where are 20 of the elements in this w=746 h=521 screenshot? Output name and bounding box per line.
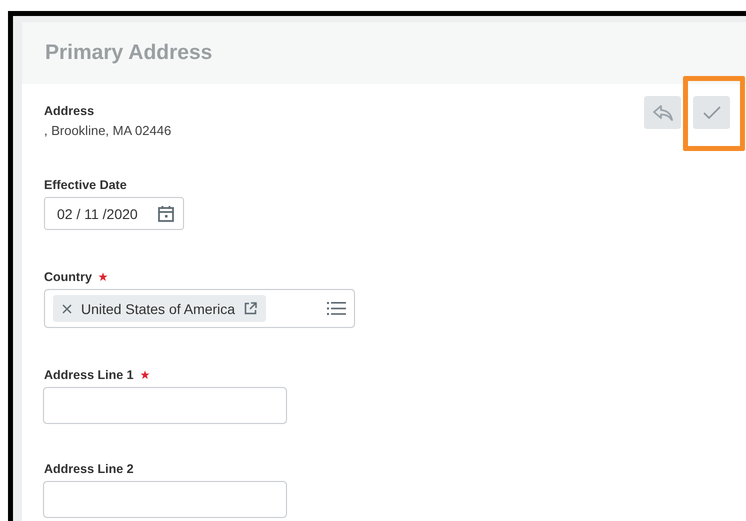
address-label: Address (44, 104, 96, 118)
country-select-field[interactable]: United States of America (44, 289, 355, 328)
address-value: , Brookline, MA 02446 (44, 123, 172, 138)
field-label: Effective Date (44, 178, 127, 192)
calendar-icon[interactable] (157, 204, 175, 222)
external-link-icon[interactable] (244, 302, 258, 315)
selected-chip[interactable]: United States of America (53, 295, 266, 322)
required-icon (140, 370, 150, 380)
checkmark-icon (702, 106, 720, 120)
page-title: Primary Address (45, 41, 212, 65)
field-label: Address Line 2 (44, 462, 134, 476)
required-icon (98, 272, 108, 282)
list-icon[interactable] (327, 301, 346, 316)
field-label: Address Line 1 (44, 368, 134, 382)
text-input-field[interactable] (43, 387, 287, 424)
remove-icon[interactable] (62, 304, 72, 314)
field-label: Country (44, 270, 92, 284)
text-input-field[interactable] (43, 481, 287, 518)
date-field[interactable]: 02 / 11 /2020 (44, 197, 184, 230)
reply-arrow-icon (652, 104, 674, 122)
